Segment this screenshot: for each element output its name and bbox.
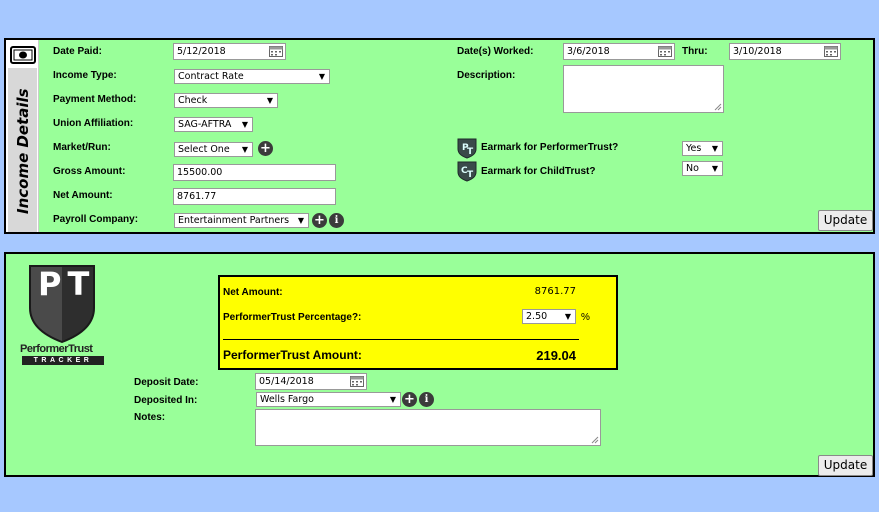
income-update-button[interactable]: Update <box>818 210 873 231</box>
deposit-date-value: 05/14/2018 <box>259 376 314 387</box>
chevron-down-icon: ▼ <box>711 144 718 153</box>
calendar-icon[interactable] <box>269 46 283 57</box>
calendar-icon[interactable] <box>824 46 838 57</box>
calendar-icon[interactable] <box>658 46 672 57</box>
market-run-value: Select One <box>178 144 230 155</box>
gross-amount-field[interactable]: 15500.00 <box>173 164 336 181</box>
svg-text:T: T <box>467 147 474 157</box>
income-details-sidebar: Income Details <box>6 40 39 232</box>
payroll-company-value: Entertainment Partners <box>178 215 290 226</box>
dates-worked-from-field[interactable]: 3/6/2018 <box>563 43 675 60</box>
chevron-down-icon: ▼ <box>389 395 396 404</box>
money-icon <box>10 46 36 64</box>
chevron-down-icon: ▼ <box>711 164 718 173</box>
performertrust-summary-box: Net Amount: 8761.77 PerformerTrust Perce… <box>218 275 618 370</box>
deposit-date-field[interactable]: 05/14/2018 <box>255 373 367 390</box>
childtrust-shield-icon: C T <box>457 161 477 182</box>
summary-amount-value: 219.04 <box>536 348 576 363</box>
net-amount-label: Net Amount: <box>53 190 113 201</box>
percentage-select[interactable]: 2.50 ▼ <box>522 309 576 324</box>
percentage-unit: % <box>581 312 590 323</box>
add-market-button[interactable]: + <box>258 141 273 156</box>
summary-amount-label: PerformerTrust Amount: <box>223 348 362 362</box>
dates-worked-to-value: 3/10/2018 <box>733 46 782 57</box>
earmark-performertrust-value: Yes <box>686 143 702 154</box>
performertrust-shield-icon: P T <box>457 138 477 159</box>
payroll-company-select[interactable]: Entertainment Partners ▼ <box>174 213 309 228</box>
logo-letters: PT <box>38 265 96 303</box>
thru-label: Thru: <box>682 46 708 57</box>
add-payroll-company-button[interactable]: + <box>312 213 327 228</box>
income-type-value: Contract Rate <box>178 71 244 82</box>
chevron-down-icon: ▼ <box>241 145 248 154</box>
calendar-icon[interactable] <box>350 376 364 387</box>
payroll-company-label: Payroll Company: <box>53 214 139 225</box>
date-paid-label: Date Paid: <box>53 46 102 57</box>
chevron-down-icon: ▼ <box>318 72 325 81</box>
resize-grip-icon[interactable] <box>714 103 722 111</box>
chevron-down-icon: ▼ <box>241 120 248 129</box>
income-type-label: Income Type: <box>53 70 117 81</box>
description-textarea[interactable] <box>563 65 724 113</box>
earmark-performertrust-label: Earmark for PerformerTrust? <box>481 142 619 153</box>
account-info-button[interactable]: i <box>419 392 434 407</box>
deposited-in-value: Wells Fargo <box>260 394 314 405</box>
deposit-date-label: Deposit Date: <box>134 377 199 388</box>
earmark-performertrust-select[interactable]: Yes ▼ <box>682 141 723 156</box>
union-affiliation-select[interactable]: SAG-AFTRA ▼ <box>174 117 253 132</box>
net-amount-field[interactable]: 8761.77 <box>173 188 336 205</box>
income-type-select[interactable]: Contract Rate ▼ <box>174 69 330 84</box>
payment-method-select[interactable]: Check ▼ <box>174 93 278 108</box>
summary-net-label: Net Amount: <box>223 287 283 298</box>
dates-worked-to-field[interactable]: 3/10/2018 <box>729 43 841 60</box>
chevron-down-icon: ▼ <box>564 312 571 321</box>
resize-grip-icon[interactable] <box>591 436 599 444</box>
tracker-update-button[interactable]: Update <box>818 455 873 476</box>
logo-subtitle: TRACKER <box>22 356 104 365</box>
notes-label: Notes: <box>134 412 166 423</box>
notes-textarea[interactable] <box>255 409 601 446</box>
logo-name: PerformerTrust <box>20 343 93 355</box>
income-details-panel: Income Details Date Paid: 5/12/2018 Inco… <box>4 38 875 234</box>
tracker-panel: PT PerformerTrust TRACKER Net Amount: 87… <box>4 252 875 477</box>
market-run-select[interactable]: Select One ▼ <box>174 142 253 157</box>
deposited-in-label: Deposited In: <box>134 395 198 406</box>
earmark-childtrust-label: Earmark for ChildTrust? <box>481 166 596 177</box>
summary-divider <box>223 339 579 340</box>
union-affiliation-label: Union Affiliation: <box>53 118 134 129</box>
percentage-value: 2.50 <box>526 311 548 322</box>
earmark-childtrust-select[interactable]: No ▼ <box>682 161 723 176</box>
market-run-label: Market/Run: <box>53 142 111 153</box>
summary-net-value: 8761.77 <box>534 286 576 297</box>
income-details-title: Income Details <box>14 88 32 214</box>
svg-text:T: T <box>467 170 474 180</box>
chevron-down-icon: ▼ <box>266 96 273 105</box>
deposited-in-select[interactable]: Wells Fargo ▼ <box>256 392 401 407</box>
earmark-childtrust-value: No <box>686 163 699 174</box>
summary-percentage-label: PerformerTrust Percentage?: <box>223 312 362 323</box>
description-label: Description: <box>457 70 516 81</box>
dates-worked-label: Date(s) Worked: <box>457 46 534 57</box>
payroll-info-button[interactable]: i <box>329 213 344 228</box>
date-paid-field[interactable]: 5/12/2018 <box>173 43 286 60</box>
payment-method-value: Check <box>178 95 208 106</box>
add-account-button[interactable]: + <box>402 392 417 407</box>
date-paid-value: 5/12/2018 <box>177 46 226 57</box>
union-affiliation-value: SAG-AFTRA <box>178 119 232 130</box>
chevron-down-icon: ▼ <box>297 216 304 225</box>
payment-method-label: Payment Method: <box>53 94 137 105</box>
dates-worked-from-value: 3/6/2018 <box>567 46 610 57</box>
gross-amount-label: Gross Amount: <box>53 166 126 177</box>
